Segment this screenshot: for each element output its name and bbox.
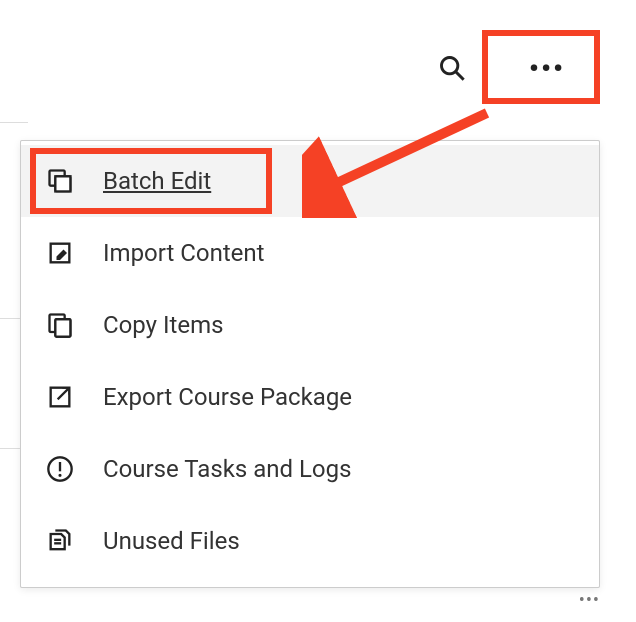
menu-item-label: Export Course Package xyxy=(103,383,352,411)
divider xyxy=(0,448,20,449)
divider xyxy=(0,318,20,319)
menu-item-label: Batch Edit xyxy=(103,167,211,195)
menu-item-label: Copy Items xyxy=(103,311,224,339)
copy-edit-icon xyxy=(45,166,75,196)
menu-item-batch-edit[interactable]: Batch Edit xyxy=(21,145,599,217)
search-button[interactable] xyxy=(428,44,476,92)
files-icon xyxy=(45,526,75,556)
divider xyxy=(0,122,28,123)
alert-icon xyxy=(45,454,75,484)
search-icon xyxy=(437,53,467,83)
menu-item-import-content[interactable]: Import Content xyxy=(21,217,599,289)
toolbar: ••• xyxy=(428,38,600,98)
menu-item-unused-files[interactable]: Unused Files xyxy=(21,505,599,577)
resize-handle-icon: ••• xyxy=(579,590,600,611)
menu-item-label: Import Content xyxy=(103,239,265,267)
more-options-button[interactable]: ••• xyxy=(494,38,600,98)
export-icon xyxy=(45,382,75,412)
menu-item-label: Unused Files xyxy=(103,527,240,555)
menu-item-export-package[interactable]: Export Course Package xyxy=(21,361,599,433)
menu-item-label: Course Tasks and Logs xyxy=(103,455,351,483)
menu-item-copy-items[interactable]: Copy Items xyxy=(21,289,599,361)
menu-item-course-tasks-logs[interactable]: Course Tasks and Logs xyxy=(21,433,599,505)
more-horizontal-icon: ••• xyxy=(529,52,565,85)
more-options-menu: Batch Edit Import Content Copy Items xyxy=(20,140,600,588)
edit-in-icon xyxy=(45,238,75,268)
copy-icon xyxy=(45,310,75,340)
canvas: ••• Batch Edit Import Content xyxy=(0,0,636,622)
